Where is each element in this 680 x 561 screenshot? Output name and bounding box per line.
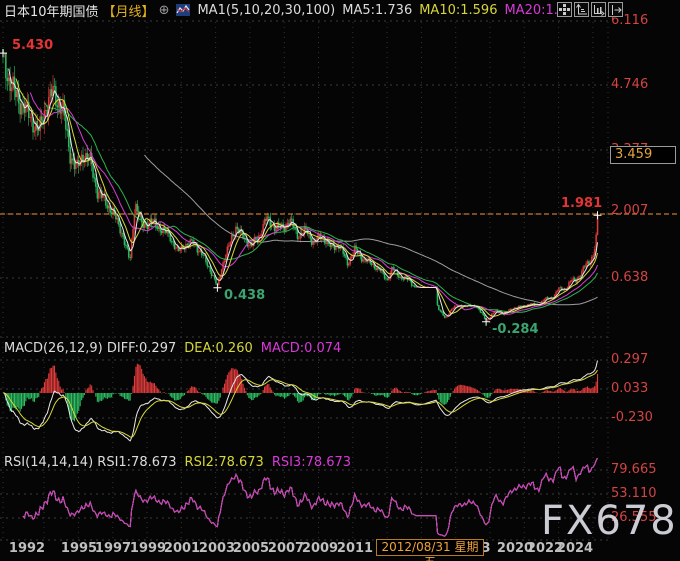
symbol-title: 日本10年期国债 bbox=[4, 4, 99, 20]
annotation-start-high: 5.430 bbox=[12, 38, 54, 53]
chart-header: 日本10年期国债 【月线】 ⊕ MA1(5,10,20,30,100) MA5:… bbox=[4, 1, 558, 20]
x-axis-label: 2007 bbox=[267, 541, 305, 556]
right-axis-label-main: 2.007 bbox=[611, 203, 649, 218]
scale-y-axis-icon[interactable] bbox=[574, 2, 589, 17]
cursor-price-tag: 3.459 bbox=[610, 146, 676, 164]
cursor-date-tag: 2012/08/31 星期五 bbox=[376, 539, 484, 561]
scale-x-axis-icon[interactable] bbox=[591, 2, 606, 17]
ma20-value: MA20:1. bbox=[504, 2, 558, 18]
x-axis-label: 2005 bbox=[232, 541, 270, 556]
annotation-low-2003: 0.438 bbox=[224, 288, 266, 303]
x-axis-label: 1995 bbox=[60, 541, 98, 556]
chart-type-icon[interactable] bbox=[176, 4, 191, 16]
rsi3-value: RSI3:78.673 bbox=[271, 455, 352, 470]
right-axis-label-macd: 0.033 bbox=[611, 381, 649, 396]
chart-canvas[interactable] bbox=[0, 0, 680, 561]
macd-dea-value: DEA:0.260 bbox=[184, 341, 253, 356]
annotation-low-2019: -0.284 bbox=[492, 322, 539, 337]
rsi2-value: RSI2:78.673 bbox=[184, 455, 264, 470]
right-axis-label-main: 4.746 bbox=[611, 77, 649, 92]
macd-header: MACD(26,12,9) DIFF:0.297 DEA:0.260 MACD:… bbox=[4, 341, 341, 356]
ma-settings-label[interactable]: MA1(5,10,20,30,100) bbox=[197, 3, 335, 18]
right-axis-label-main: 0.638 bbox=[611, 270, 649, 285]
ma5-value: MA5:1.736 bbox=[342, 2, 413, 18]
macd-name-diff-value[interactable]: MACD(26,12,9) DIFF:0.297 bbox=[4, 341, 176, 356]
rsi-name-rsi1-value[interactable]: RSI(14,14,14) RSI1:78.673 bbox=[4, 455, 177, 470]
x-axis-label: 2011 bbox=[336, 541, 374, 556]
annotation-last-high: 1.981 bbox=[561, 196, 603, 211]
right-axis-label-macd: -0.230 bbox=[611, 410, 653, 425]
move-icon[interactable] bbox=[557, 2, 572, 17]
x-axis-label: 2003 bbox=[198, 541, 236, 556]
x-axis-label: 1992 bbox=[8, 541, 46, 556]
chart-window: 日本10年期国债 【月线】 ⊕ MA1(5,10,20,30,100) MA5:… bbox=[0, 0, 680, 561]
exit-axis-icon[interactable] bbox=[608, 2, 623, 17]
rsi-header: RSI(14,14,14) RSI1:78.673 RSI2:78.673 RS… bbox=[4, 455, 351, 470]
period-label[interactable]: 【月线】 bbox=[103, 1, 155, 20]
x-axis-label: 2009 bbox=[301, 541, 339, 556]
watermark: FX678 bbox=[541, 498, 678, 544]
expand-icon[interactable]: ⊕ bbox=[159, 3, 170, 18]
ma10-value: MA10:1.596 bbox=[419, 2, 498, 18]
x-axis-label: 2001 bbox=[163, 541, 201, 556]
right-axis-label-rsi: 79.665 bbox=[611, 462, 657, 477]
right-axis-label-macd: 0.297 bbox=[611, 352, 649, 367]
macd-macd-value: MACD:0.074 bbox=[260, 341, 342, 356]
chart-toolbar bbox=[557, 2, 623, 17]
x-axis-label: 1999 bbox=[129, 541, 167, 556]
x-axis-label: 1997 bbox=[94, 541, 132, 556]
